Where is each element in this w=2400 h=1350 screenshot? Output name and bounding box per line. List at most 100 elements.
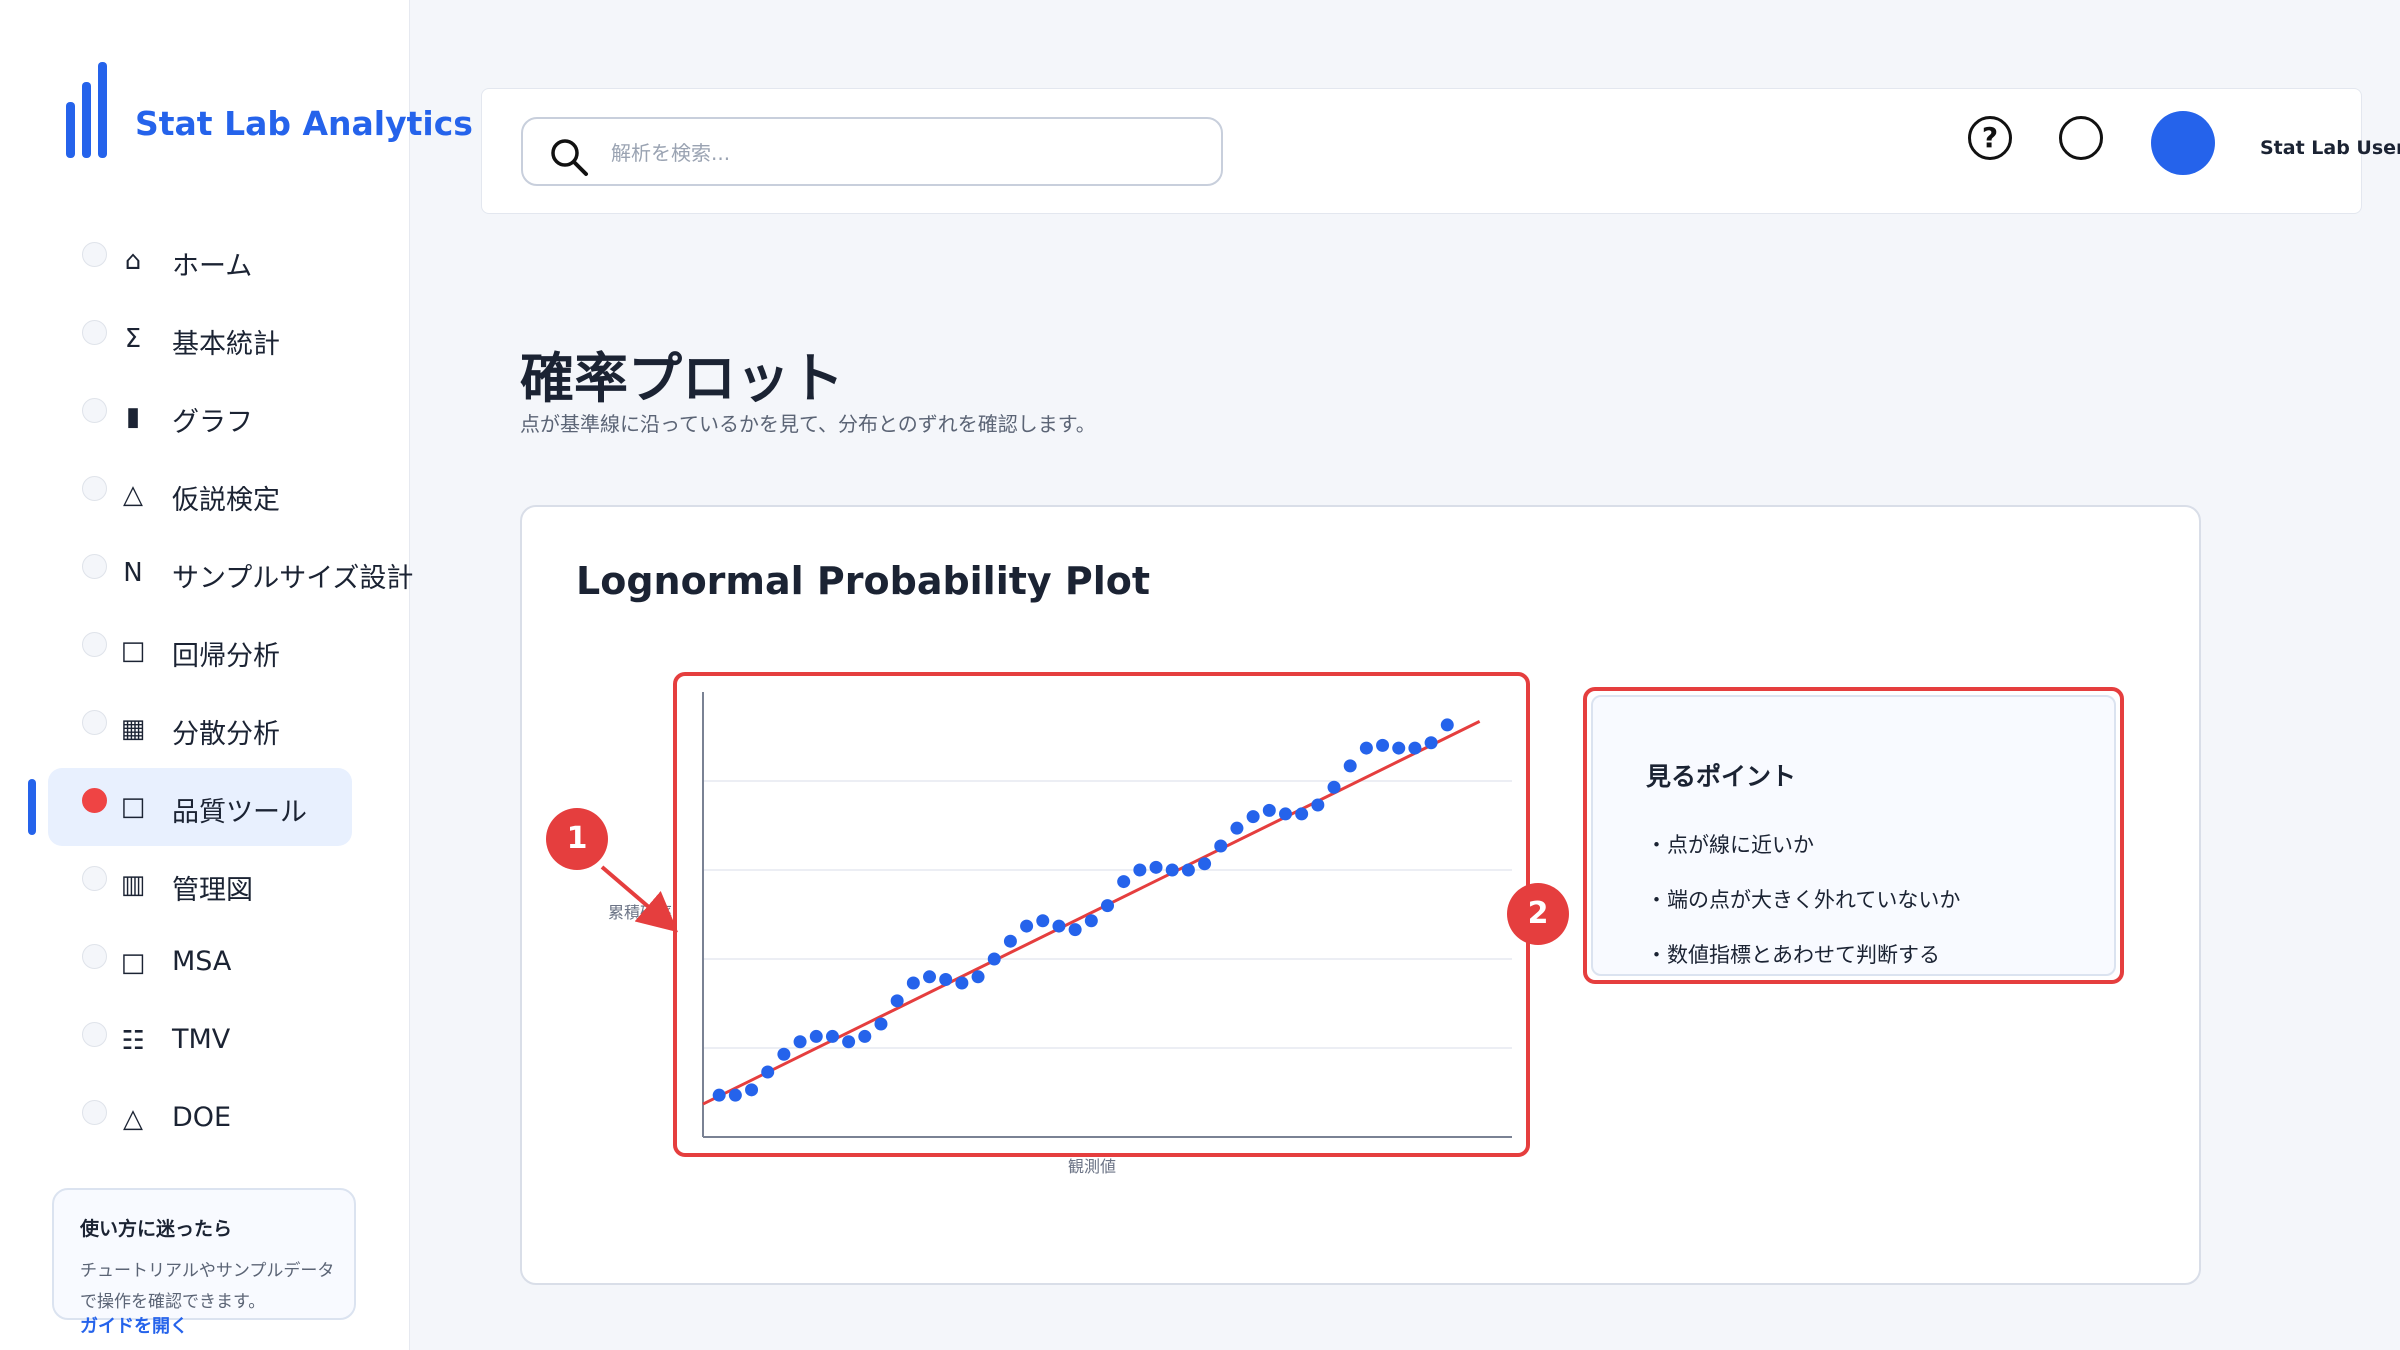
data-point [712,1088,726,1102]
open-guide-link[interactable]: ガイドを開く [80,1312,188,1338]
sidebar-item-10[interactable]: ☷ TMV [48,1002,352,1080]
sidebar-item-label: 仮説検定 [172,485,280,516]
sidebar-item-label: 管理図 [172,875,253,906]
probability-plot-card: Lognormal Probability Plot 累積確率 観測値 1 2 … [520,505,2201,1285]
search-icon [551,139,588,176]
data-point [1181,863,1195,877]
data-point [777,1047,791,1061]
callout-badge-1: 1 [546,808,608,870]
data-point [1230,821,1244,835]
data-point [987,952,1001,966]
data-point [1392,741,1406,755]
data-point [1068,923,1082,937]
chart-title: Lognormal Probability Plot [576,559,1151,603]
list-icon: ☷ [121,1026,145,1056]
brand-title: Stat Lab Analytics [135,104,473,143]
tips-list: ・点が線に近いか ・端の点が大きく外れていないか ・数値指標とあわせて判断する [1646,829,1960,994]
nav-status-dot [82,554,107,579]
data-point [1327,780,1341,794]
nav-status-dot [82,944,107,969]
sidebar-item-3[interactable]: △ 仮説検定 [48,456,352,534]
sidebar-item-label: グラフ [172,407,253,438]
data-point [858,1029,872,1043]
data-point [1376,738,1390,752]
nav-status-dot [82,788,107,813]
sidebar-item-4[interactable]: N サンプルサイズ設計 [48,534,413,612]
nav-status-dot [82,1022,107,1047]
data-point [1359,741,1373,755]
nav-status-dot [82,710,107,735]
data-point [1408,741,1422,755]
data-point [890,994,904,1008]
data-point [955,976,969,990]
sidebar-item-label: 基本統計 [172,329,280,360]
triangle-icon: △ [123,1104,143,1134]
n-icon: N [123,558,143,588]
tip-item: ・端の点が大きく外れていないか [1646,888,1961,912]
data-point [825,1029,839,1043]
sidebar-item-1[interactable]: Σ 基本統計 [48,300,352,378]
data-point [906,976,920,990]
username[interactable]: Stat Lab User [2260,137,2400,159]
tip-item: ・点が線に近いか [1646,833,1814,857]
search-box[interactable] [521,117,1223,186]
nav-status-dot [82,1100,107,1125]
help-card-body: チュートリアルやサンプルデータで操作を確認できます。 [80,1261,335,1312]
data-point [1198,857,1212,871]
sidebar-item-label: DOE [172,1102,232,1133]
sidebar-item-2[interactable]: ▮ グラフ [48,378,352,456]
data-point [842,1035,856,1049]
data-point [1343,759,1357,773]
nav-status-dot [82,476,107,501]
data-point [1003,934,1017,948]
nav-status-dot [82,866,107,891]
notification-icon[interactable] [2059,116,2103,160]
sidebar-item-6[interactable]: ▦ 分散分析 [48,690,352,768]
sidebar-item-label: MSA [172,946,232,977]
data-point [1101,899,1114,913]
data-point [728,1088,742,1102]
sidebar-item-8[interactable]: ▥ 管理図 [48,846,352,924]
x-axis-label: 観測値 [1068,1157,1117,1176]
brand[interactable]: Stat Lab Analytics [66,62,473,158]
nav-status-dot [82,398,107,423]
data-point [793,1035,807,1049]
data-point [1084,914,1098,928]
square-icon: □ [120,636,146,666]
sigma-icon: Σ [124,324,142,354]
nav-status-dot [82,320,107,345]
sidebar-item-label: 回帰分析 [172,641,280,672]
data-point [1214,839,1228,853]
y-axis-label: 累積確率 [608,903,673,922]
sidebar-item-7[interactable]: □ 品質ツール [48,768,352,846]
data-point [745,1083,759,1097]
data-point [1052,919,1066,933]
sidebar-item-9[interactable]: □ MSA [48,924,352,1002]
page-subtitle: 点が基準線に沿っているかを見て、分布とのずれを確認します。 [520,412,1096,436]
tip-item: ・数値指標とあわせて判断する [1646,943,1940,967]
data-point [1165,863,1179,877]
data-point [1036,914,1050,928]
sidebar-item-5[interactable]: □ 回帰分析 [48,612,352,690]
sidebar-item-0[interactable]: ⌂ ホーム [48,222,352,300]
data-point [939,972,953,986]
search-input[interactable] [611,133,1191,173]
active-nav-indicator [28,779,36,835]
sidebar: Stat Lab Analytics ⌂ ホーム Σ 基本統計 ▮ グラフ △ 仮説検定 N サン… [0,0,473,1350]
avatar[interactable] [2151,111,2215,175]
data-point [1020,919,1034,933]
data-point [761,1065,775,1079]
data-point [1311,798,1325,812]
triangle-icon: △ [123,480,143,510]
data-point [1424,736,1438,750]
data-point [1149,860,1163,874]
help-icon[interactable]: ? [1968,116,2012,160]
sidebar-item-11[interactable]: △ DOE [48,1080,352,1158]
sidebar-item-label: ホーム [172,251,253,282]
columns-icon: ▥ [120,870,146,900]
brand-logo-icon [66,62,110,158]
nav-status-dot [82,632,107,657]
home-icon: ⌂ [124,246,142,276]
square-icon: □ [120,948,146,978]
data-point [971,970,985,984]
